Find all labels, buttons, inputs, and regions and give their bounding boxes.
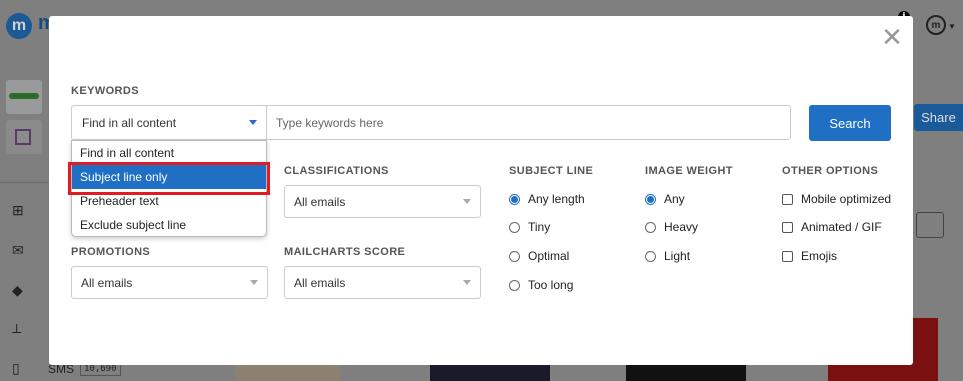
app-logo-icon: m: [6, 13, 32, 39]
radio-selected-icon[interactable]: [509, 193, 520, 205]
search-scope-select[interactable]: Find in all content: [71, 105, 267, 140]
keywords-input[interactable]: [266, 105, 791, 140]
image-weight-option[interactable]: Any: [645, 192, 685, 206]
dropdown-option[interactable]: Preheader text: [72, 189, 266, 213]
search-scope-dropdown: Find in all content Subject line only Pr…: [71, 140, 267, 237]
other-option[interactable]: Animated / GIF: [782, 220, 882, 234]
dashboard-icon: ⊞: [12, 202, 24, 218]
chevron-down-icon: [463, 280, 471, 285]
dropdown-option[interactable]: Find in all content: [72, 141, 266, 165]
other-option[interactable]: Emojis: [782, 249, 837, 263]
promotions-label: PROMOTIONS: [71, 246, 151, 258]
keywords-label: KEYWORDS: [71, 85, 139, 97]
chevron-down-icon: [249, 120, 257, 125]
user-avatar-icon: m: [926, 15, 946, 35]
option-label: Any length: [528, 192, 585, 206]
radio-icon[interactable]: [509, 279, 520, 291]
subject-line-label: SUBJECT LINE: [509, 165, 594, 177]
radio-icon[interactable]: [509, 221, 520, 233]
tag-icon: ◆: [12, 282, 23, 298]
compare-icon: [916, 212, 944, 238]
option-label: Heavy: [664, 220, 699, 234]
radio-icon[interactable]: [509, 250, 520, 262]
email-thumbnail: [626, 364, 746, 381]
mailcharts-score-label: MAILCHARTS SCORE: [284, 246, 406, 258]
option-label: Too long: [528, 278, 574, 292]
subject-line-option[interactable]: Optimal: [509, 249, 569, 263]
promotions-value: All emails: [81, 275, 133, 290]
checkbox-icon[interactable]: [782, 250, 793, 262]
phone-icon: ▯: [12, 360, 20, 376]
dropdown-option[interactable]: Exclude subject line: [72, 213, 266, 237]
divider: [0, 182, 50, 183]
option-label: Light: [664, 249, 691, 263]
option-label: Optimal: [528, 249, 570, 263]
mail-icon: ✉: [12, 242, 24, 258]
option-label: Tiny: [528, 220, 551, 234]
mailcharts-score-select[interactable]: All emails: [284, 266, 481, 299]
classifications-label: CLASSIFICATIONS: [284, 165, 389, 177]
radio-icon[interactable]: [645, 221, 656, 233]
other-options-label: OTHER OPTIONS: [782, 165, 879, 177]
email-thumbnail: [235, 364, 340, 381]
chevron-down-icon: [250, 280, 258, 285]
option-label: Animated / GIF: [801, 220, 882, 234]
checkbox-icon[interactable]: [782, 193, 793, 205]
image-weight-option[interactable]: Light: [645, 249, 690, 263]
brand-thumbnail: [6, 80, 42, 114]
chevron-down-icon: [463, 199, 471, 204]
classifications-select[interactable]: All emails: [284, 185, 481, 218]
image-weight-option[interactable]: Heavy: [645, 220, 698, 234]
search-filter-modal: ✕ KEYWORDS Find in all content Search CL…: [49, 16, 913, 365]
option-label: Mobile optimized: [801, 192, 892, 206]
radio-selected-icon[interactable]: [645, 193, 656, 205]
subject-line-option[interactable]: Tiny: [509, 220, 550, 234]
dropdown-option-selected[interactable]: Subject line only: [72, 165, 266, 189]
option-label: Emojis: [801, 249, 838, 263]
email-thumbnail: [430, 364, 550, 381]
flow-icon: ⟂: [12, 320, 22, 336]
subject-line-option[interactable]: Too long: [509, 278, 573, 292]
search-scope-value: Find in all content: [82, 115, 177, 130]
radio-icon[interactable]: [645, 250, 656, 262]
image-weight-label: IMAGE WEIGHT: [645, 165, 733, 177]
option-label: Any: [664, 192, 685, 206]
subject-line-option[interactable]: Any length: [509, 192, 585, 206]
search-button[interactable]: Search: [809, 105, 891, 141]
chevron-down-icon: ▼: [948, 22, 956, 31]
close-icon[interactable]: ✕: [881, 24, 903, 50]
classifications-value: All emails: [294, 194, 346, 209]
share-button: Share: [914, 104, 963, 131]
mailcharts-score-value: All emails: [294, 275, 346, 290]
checkbox-icon[interactable]: [782, 221, 793, 233]
brand-thumbnail: [6, 120, 42, 154]
other-option[interactable]: Mobile optimized: [782, 192, 891, 206]
promotions-select[interactable]: All emails: [71, 266, 268, 299]
